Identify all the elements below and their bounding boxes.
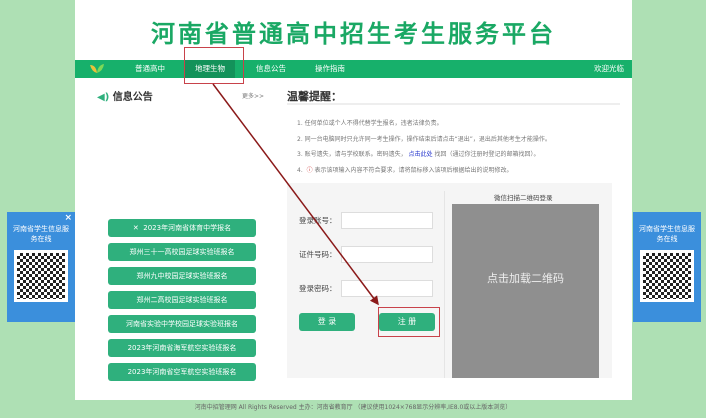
arrow-annotation	[212, 83, 379, 306]
